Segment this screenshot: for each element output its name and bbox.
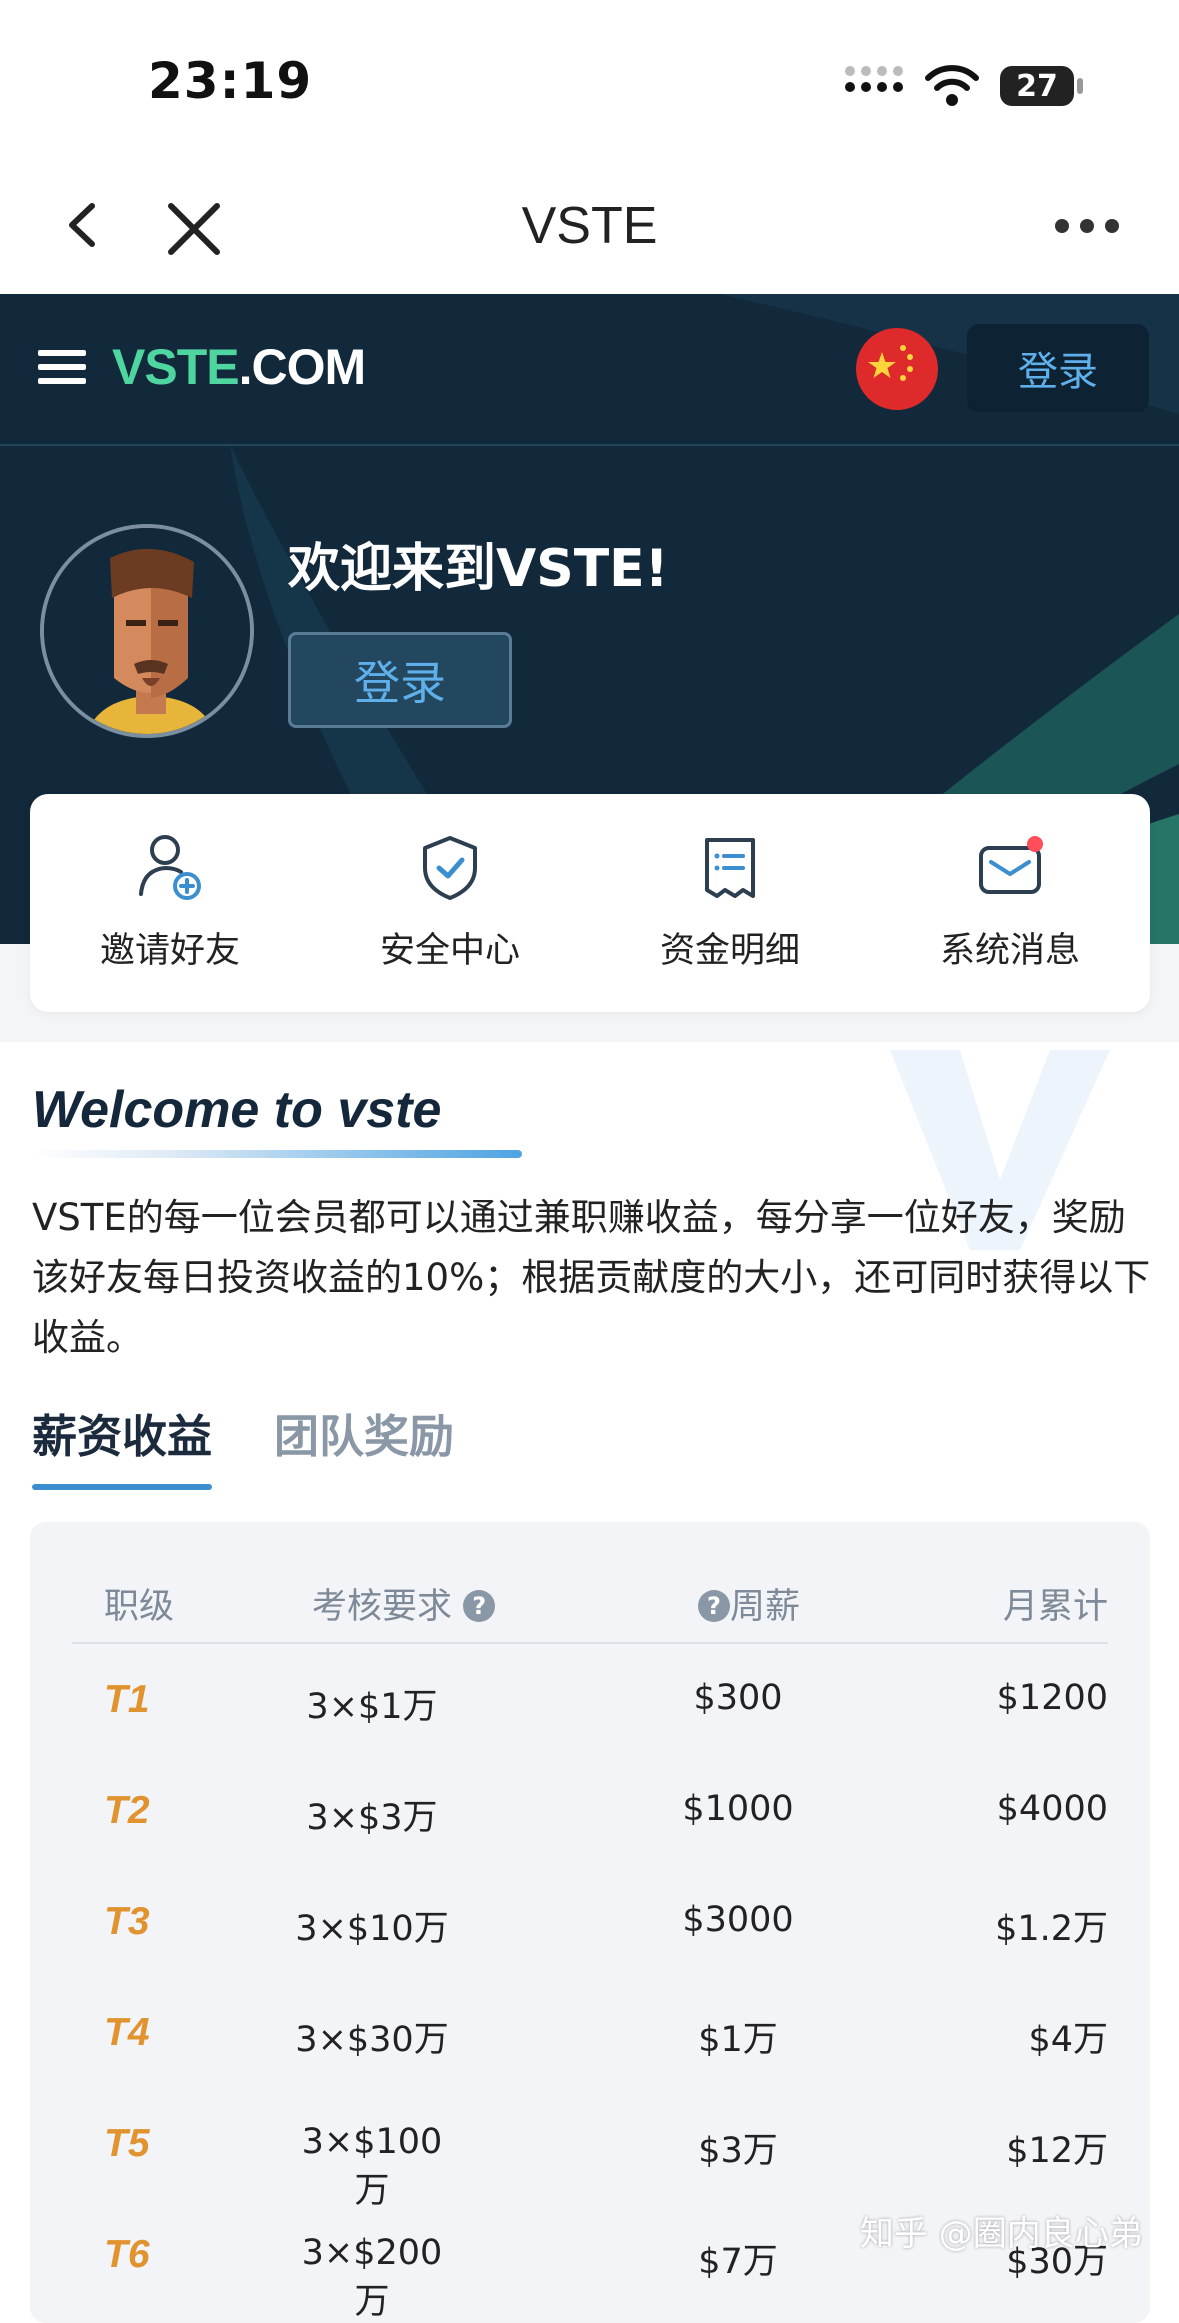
avatar[interactable] [40, 524, 254, 738]
level-cell: T1 [104, 1678, 150, 1721]
requirement-cell: 3×$3万 [306, 1798, 438, 1838]
more-options-icon[interactable] [1052, 216, 1122, 236]
cellular-signal-icon [845, 66, 903, 92]
monthly-cell: $4万 [1028, 2020, 1108, 2060]
status-time: 23:19 [148, 52, 313, 110]
level-cell: T3 [104, 1900, 150, 1943]
quick-actions-card: 邀请好友 安全中心 资金明细 系统消息 [30, 794, 1150, 1012]
header-monthly: 月累计 [1002, 1587, 1108, 1627]
monthly-cell: $4000 [996, 1789, 1108, 1829]
login-button-main[interactable]: 登录 [288, 632, 512, 728]
weekly-cell: $7万 [698, 2242, 778, 2282]
monthly-cell: $1200 [996, 1678, 1108, 1718]
help-icon[interactable]: ? [463, 1590, 496, 1622]
requirement-cell: 3×$200万 [301, 2233, 443, 2322]
salary-table: 职级 考核要求 ? ? 周薪 月累计 T1 3×$1万 $300 $1200 T2… [30, 1522, 1150, 2323]
level-cell: T2 [104, 1789, 150, 1832]
header-requirement: 考核要求 ? [312, 1578, 496, 1629]
level-cell: T4 [104, 2011, 150, 2054]
status-bar: 23:19 27 [0, 0, 1179, 160]
help-icon[interactable]: ? [698, 1590, 730, 1622]
quick-action-fund-details[interactable]: 资金明细 [590, 794, 870, 1012]
battery-indicator: 27 [1000, 66, 1074, 106]
weekly-cell: $1万 [698, 2020, 778, 2060]
monthly-cell: $12万 [1006, 2131, 1108, 2171]
weekly-cell: $300 [693, 1678, 783, 1718]
browser-nav-bar: VSTE [0, 160, 1179, 294]
table-header: 职级 考核要求 ? ? 周薪 月累计 [72, 1550, 1108, 1644]
quick-action-system-messages[interactable]: 系统消息 [870, 794, 1150, 1012]
quick-action-security-center[interactable]: 安全中心 [310, 794, 590, 1012]
weekly-cell: $3万 [698, 2131, 778, 2171]
income-tabs: 薪资收益 团队奖励 [32, 1400, 454, 1490]
level-cell: T6 [104, 2233, 150, 2276]
requirement-cell: 3×$10万 [295, 1909, 449, 1949]
receipt-icon [705, 838, 755, 898]
site-logo[interactable]: VSTE.COM [112, 338, 366, 396]
header-requirement-label: 考核要求 [312, 1587, 453, 1627]
site-topbar: VSTE.COM 登录 [0, 294, 1179, 446]
source-watermark: 知乎 @圈内良心弟 [860, 2214, 1143, 2254]
china-flag-icon[interactable] [856, 328, 938, 410]
welcome-heading: 欢迎来到VSTE! [288, 539, 669, 599]
quick-action-invite-friends[interactable]: 邀请好友 [30, 794, 310, 1012]
requirement-cell: 3×$30万 [295, 2020, 449, 2060]
level-cell: T5 [104, 2122, 150, 2165]
tab-team-reward[interactable]: 团队奖励 [274, 1400, 454, 1490]
header-weekly-label: 周薪 [730, 1587, 801, 1627]
page-title: VSTE [521, 197, 658, 255]
mail-icon [979, 836, 1043, 894]
intro-paragraph: VSTE的每一位会员都可以通过兼职赚收益，每分享一位好友，奖励该好友每日投资收益… [32, 1196, 1151, 1359]
wifi-icon [925, 65, 979, 106]
battery-tip [1077, 78, 1083, 94]
header-weekly: ? 周薪 [698, 1578, 800, 1629]
quick-action-label: 安全中心 [379, 931, 520, 971]
menu-icon[interactable] [38, 346, 88, 388]
quick-action-label: 系统消息 [939, 931, 1080, 971]
weekly-cell: $1000 [682, 1789, 794, 1829]
monthly-cell: $1.2万 [995, 1909, 1108, 1949]
table-row: T3 3×$10万 $3000 $1.2万 [72, 1866, 1108, 1977]
table-row: T1 3×$1万 $300 $1200 [72, 1644, 1108, 1755]
header-level: 职级 [104, 1587, 175, 1627]
table-row: T2 3×$3万 $1000 $4000 [72, 1755, 1108, 1866]
welcome-section-title: Welcome to vste [32, 1081, 442, 1139]
table-row: T5 3×$100万 $3万 $12万 [72, 2088, 1108, 2211]
title-underline [32, 1150, 522, 1158]
table-row: T4 3×$30万 $1万 $4万 [72, 1977, 1108, 2088]
login-button-top[interactable]: 登录 [967, 324, 1149, 412]
weekly-cell: $3000 [682, 1900, 794, 1940]
quick-action-label: 资金明细 [659, 931, 800, 971]
shield-check-icon [423, 836, 477, 900]
requirement-cell: 3×$1万 [306, 1687, 438, 1727]
tab-salary-income[interactable]: 薪资收益 [32, 1400, 213, 1490]
invite-user-icon [139, 835, 201, 900]
quick-action-label: 邀请好友 [99, 931, 240, 971]
